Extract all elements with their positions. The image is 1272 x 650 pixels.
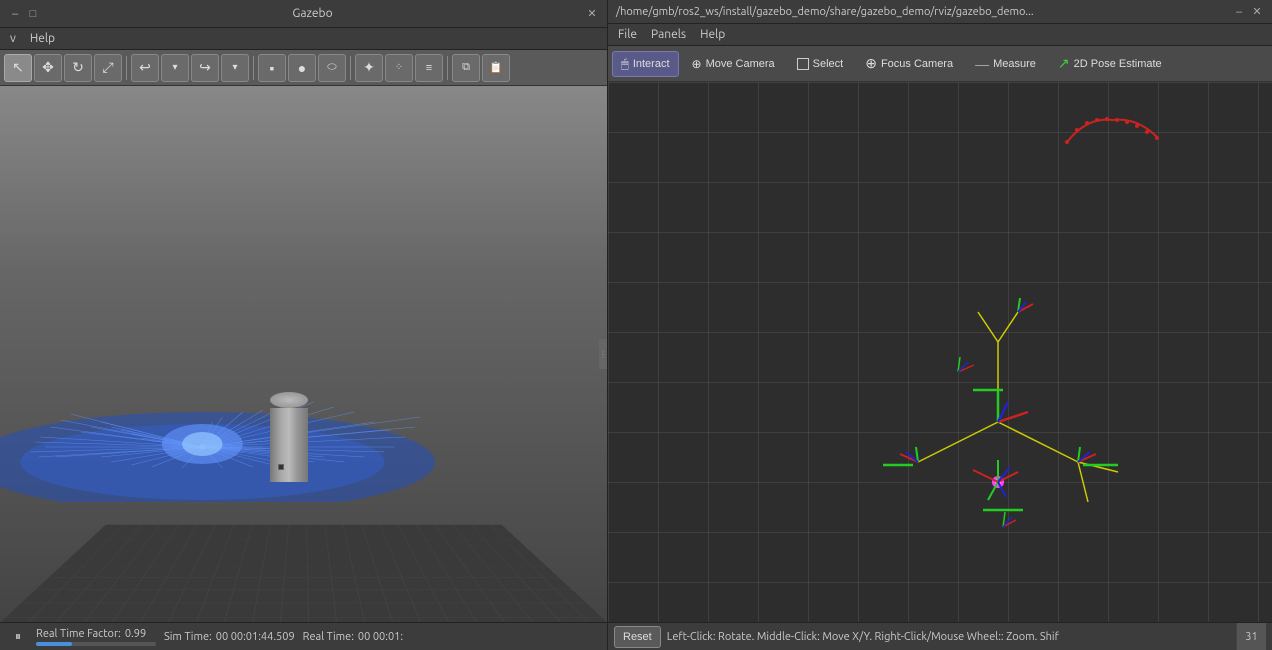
- select-icon: [797, 58, 809, 70]
- sim-time-label: Sim Time:: [164, 631, 212, 643]
- rviz-fps-counter: 31: [1236, 623, 1266, 650]
- rviz-titlebar: /home/gmb/ros2_ws/install/gazebo_demo/sh…: [608, 0, 1272, 24]
- gazebo-tool-scale[interactable]: ⤢: [94, 54, 122, 82]
- gazebo-tool-hatch[interactable]: ≡: [415, 54, 443, 82]
- gazebo-titlebar: – □ Gazebo ✕: [0, 0, 607, 28]
- gazebo-tool-cylinder[interactable]: ⬭: [318, 54, 346, 82]
- sim-time-value: 00 00:01:44.509: [216, 631, 295, 643]
- rviz-robot-frame: [858, 282, 1138, 562]
- gazebo-menu-help[interactable]: Help: [24, 30, 61, 47]
- rviz-minimize-button[interactable]: –: [1232, 5, 1246, 19]
- gazebo-statusbar: ⏸ Real Time Factor: 0.99 Sim Time: 00 00…: [0, 622, 607, 650]
- cylinder-top: [270, 392, 308, 408]
- move-camera-label: Move Camera: [706, 58, 775, 70]
- move-camera-icon: ⊕: [692, 57, 702, 71]
- progress-bar: [36, 642, 156, 646]
- real-time-factor-label: Real Time Factor:: [36, 628, 121, 640]
- gazebo-3d-scene[interactable]: [0, 86, 607, 622]
- gazebo-tool-particles[interactable]: ⁘: [385, 54, 413, 82]
- measure-label: Measure: [993, 58, 1036, 70]
- gazebo-toolbar: ↖ ✥ ↻ ⤢ ↩ ▾ ↪ ▾ ▪ ● ⬭ ✦ ⁘ ≡ ⧉ 📋: [0, 50, 607, 86]
- rviz-red-arc: [1062, 112, 1162, 152]
- gazebo-tool-copy[interactable]: ⧉: [452, 54, 480, 82]
- interact-label: Interact: [633, 58, 670, 70]
- rviz-close-button[interactable]: ✕: [1250, 5, 1264, 19]
- sensor-origin: [278, 464, 284, 470]
- gazebo-tool-box[interactable]: ▪: [258, 54, 286, 82]
- cylinder-body: [270, 408, 308, 482]
- gazebo-title: Gazebo: [40, 7, 585, 20]
- progress-fill: [36, 642, 72, 646]
- select-label: Select: [813, 58, 844, 70]
- real-time-value: 00 00:01:: [358, 631, 403, 643]
- rviz-toolbar: 🖱 Interact ⊕ Move Camera Select ⊕ Focus …: [608, 46, 1272, 82]
- gazebo-tool-undo-arrow[interactable]: ▾: [161, 54, 189, 82]
- gazebo-panel: – □ Gazebo ✕ v Help ↖ ✥ ↻ ⤢ ↩ ▾ ↪ ▾ ▪ ● …: [0, 0, 608, 650]
- rviz-tool-2d-pose[interactable]: ↗ 2D Pose Estimate: [1049, 51, 1171, 77]
- gazebo-floor-grid: [0, 525, 607, 622]
- gazebo-viewport[interactable]: ⋮: [0, 86, 607, 622]
- gazebo-maximize-button[interactable]: □: [26, 7, 40, 21]
- gazebo-tool-undo[interactable]: ↩: [131, 54, 159, 82]
- rviz-menu-file[interactable]: File: [612, 26, 643, 43]
- real-time-factor-value: 0.99: [125, 628, 146, 640]
- interact-icon: 🖱: [621, 56, 629, 72]
- rviz-3d-scene[interactable]: [608, 82, 1272, 622]
- gazebo-tool-select[interactable]: ↖: [4, 54, 32, 82]
- 2d-pose-icon: ↗: [1058, 55, 1070, 72]
- gazebo-tool-redo[interactable]: ↪: [191, 54, 219, 82]
- rviz-path: /home/gmb/ros2_ws/install/gazebo_demo/sh…: [616, 6, 1232, 18]
- rviz-status-instructions: Left-Click: Rotate. Middle-Click: Move X…: [667, 631, 1230, 643]
- gazebo-close-button[interactable]: ✕: [585, 7, 599, 21]
- gazebo-menu-view[interactable]: v: [4, 30, 22, 47]
- panel-resize-handle[interactable]: ⋮: [599, 339, 607, 369]
- toolbar-separator-2: [253, 56, 254, 80]
- 2d-pose-label: 2D Pose Estimate: [1074, 58, 1162, 70]
- measure-icon: —: [975, 56, 989, 72]
- gazebo-tool-sun[interactable]: ✦: [355, 54, 383, 82]
- gazebo-pause-button[interactable]: ⏸: [8, 627, 28, 647]
- gazebo-robot-cylinder: [270, 392, 308, 482]
- toolbar-separator-1: [126, 56, 127, 80]
- gazebo-tool-sphere[interactable]: ●: [288, 54, 316, 82]
- toolbar-separator-3: [350, 56, 351, 80]
- focus-camera-label: Focus Camera: [881, 58, 953, 70]
- rviz-tool-focus-camera[interactable]: ⊕ Focus Camera: [856, 51, 962, 77]
- rviz-tool-interact[interactable]: 🖱 Interact: [612, 51, 679, 77]
- gazebo-tool-rotate[interactable]: ↻: [64, 54, 92, 82]
- rviz-tool-measure[interactable]: — Measure: [966, 51, 1045, 77]
- focus-camera-icon: ⊕: [865, 55, 877, 72]
- rviz-reset-button[interactable]: Reset: [614, 626, 661, 648]
- rviz-panel: /home/gmb/ros2_ws/install/gazebo_demo/sh…: [608, 0, 1272, 650]
- rviz-menubar: File Panels Help: [608, 24, 1272, 46]
- rviz-viewport[interactable]: [608, 82, 1272, 622]
- real-time-label: Real Time:: [303, 631, 354, 643]
- rviz-tool-move-camera[interactable]: ⊕ Move Camera: [683, 51, 784, 77]
- gazebo-tool-paste[interactable]: 📋: [482, 54, 510, 82]
- toolbar-separator-4: [447, 56, 448, 80]
- rviz-statusbar: Reset Left-Click: Rotate. Middle-Click: …: [608, 622, 1272, 650]
- gazebo-minimize-button[interactable]: –: [8, 7, 22, 21]
- gazebo-menubar: v Help: [0, 28, 607, 50]
- gazebo-tool-redo-arrow[interactable]: ▾: [221, 54, 249, 82]
- gazebo-tool-translate[interactable]: ✥: [34, 54, 62, 82]
- rviz-menu-panels[interactable]: Panels: [645, 26, 692, 43]
- rviz-tool-select[interactable]: Select: [788, 51, 853, 77]
- rviz-menu-help[interactable]: Help: [694, 26, 731, 43]
